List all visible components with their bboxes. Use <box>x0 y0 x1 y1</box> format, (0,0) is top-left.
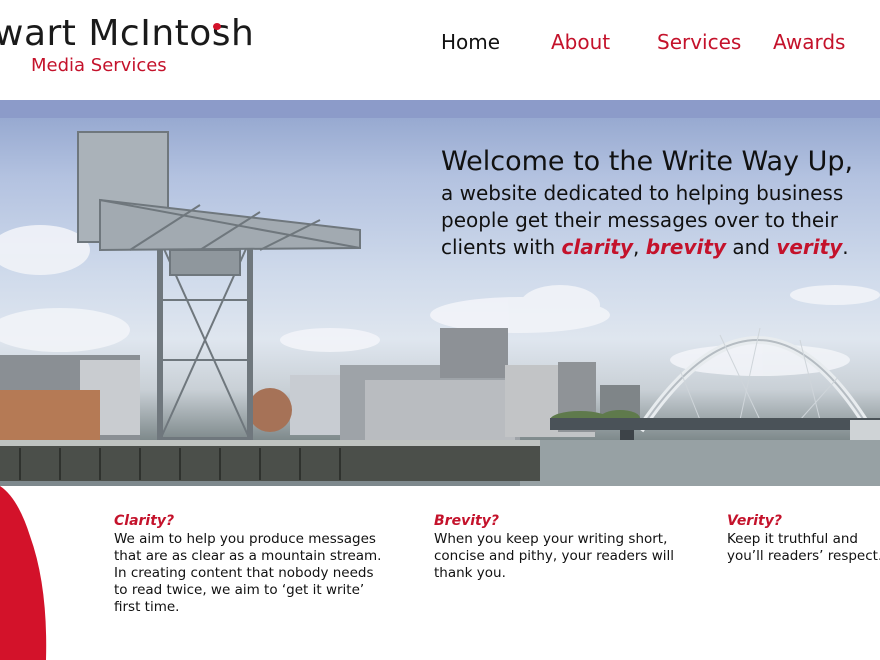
feature-brevity: Brevity? When you keep your writing shor… <box>434 512 714 582</box>
hero-end-period: . <box>842 235 849 259</box>
nav-home[interactable]: Home <box>441 28 500 56</box>
feature-body: We aim to help you produce messages that… <box>114 531 382 615</box>
hero-line-3: clients with clarity, brevity and verity… <box>441 234 871 261</box>
site-header: wart McIntosh Media Services Home About … <box>0 0 880 100</box>
hero-body: a website dedicated to helping business … <box>441 180 871 261</box>
brand-tagline: Media Services <box>31 55 167 76</box>
highlight-clarity: clarity <box>561 235 634 259</box>
nav-services[interactable]: Services <box>657 28 741 56</box>
feature-verity: Verity? Keep it truthful and you’ll read… <box>727 512 880 565</box>
hero-title: Welcome to the Write Way Up, <box>441 146 854 177</box>
nav-about[interactable]: About <box>551 28 610 56</box>
red-decorative-shape <box>0 486 47 660</box>
feature-clarity: Clarity? We aim to help you produce mess… <box>114 512 389 616</box>
feature-title: Clarity? <box>114 513 175 529</box>
sep-2: and <box>725 235 777 259</box>
hero-line-2: people get their messages over to their <box>441 208 838 232</box>
feature-body: Keep it truthful and you’ll readers’ res… <box>727 531 880 564</box>
feature-body: When you keep your writing short, concis… <box>434 531 674 581</box>
feature-title: Brevity? <box>434 513 499 529</box>
apple-logo-icon <box>213 23 221 30</box>
brand-name[interactable]: wart McIntosh <box>0 12 254 56</box>
hero-banner: Welcome to the Write Way Up, a website d… <box>0 100 880 486</box>
hero-text: Welcome to the Write Way Up, a website d… <box>441 144 871 261</box>
feature-title: Verity? <box>727 513 782 529</box>
highlight-brevity: brevity <box>645 235 726 259</box>
highlight-verity: verity <box>776 235 843 259</box>
sep-1: , <box>633 235 646 259</box>
nav-awards[interactable]: Awards <box>773 28 845 56</box>
hero-line-3-prefix: clients with <box>441 235 562 259</box>
hero-line-1: a website dedicated to helping business <box>441 181 844 205</box>
